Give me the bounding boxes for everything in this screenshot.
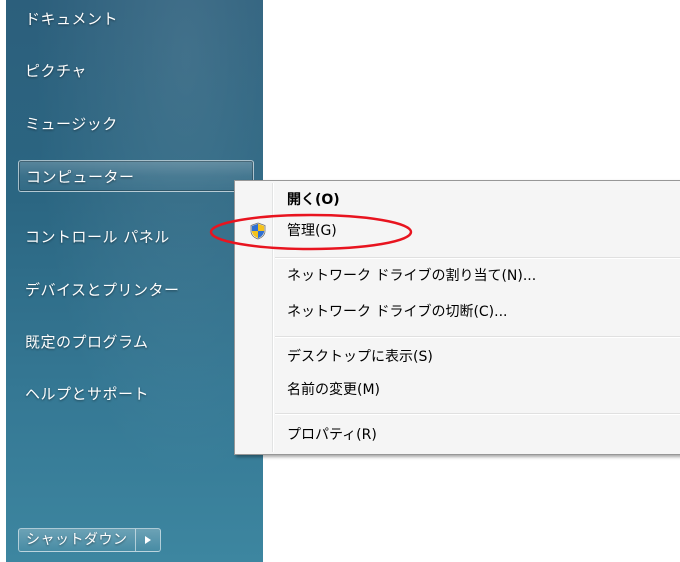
triangle-right-icon (144, 536, 151, 544)
menu-item-label: 名前の変更(M) (287, 382, 381, 398)
start-item-help-support[interactable]: ヘルプとサポート (18, 378, 254, 410)
menu-item-label: ネットワーク ドライブの割り当て(N)... (287, 268, 537, 284)
start-item-default-programs[interactable]: 既定のプログラム (18, 326, 254, 358)
start-item-music[interactable]: ミュージック (18, 108, 254, 140)
menu-item-show-on-desktop[interactable]: デスクトップに表示(S) (237, 344, 680, 370)
context-menu: 開く(O) 管理(G) ネットワーク ドライブの割り当て(N)... ネットワー… (234, 180, 680, 455)
shutdown-group: シャットダウン (18, 528, 161, 552)
menu-item-label: 開く(O) (287, 192, 340, 208)
start-menu-right-pane: ドキュメント ピクチャ ミュージック コンピューター コントロール パネル デバ… (6, 0, 263, 562)
uac-shield-icon (250, 222, 266, 240)
start-item-control-panel[interactable]: コントロール パネル (18, 221, 254, 253)
start-item-label: デバイスとプリンター (25, 281, 180, 299)
start-item-label: ミュージック (25, 115, 118, 133)
menu-item-map-network-drive[interactable]: ネットワーク ドライブの割り当て(N)... (237, 263, 680, 289)
start-item-computer[interactable]: コンピューター (18, 160, 254, 192)
shutdown-options-button[interactable] (135, 528, 161, 552)
start-item-documents[interactable]: ドキュメント (18, 3, 254, 35)
menu-item-label: デスクトップに表示(S) (287, 349, 433, 365)
menu-item-label: ネットワーク ドライブの切断(C)... (287, 304, 508, 320)
menu-separator (275, 336, 680, 338)
menu-item-disconnect-network-drive[interactable]: ネットワーク ドライブの切断(C)... (237, 299, 680, 325)
start-item-label: ピクチャ (25, 62, 87, 80)
start-item-label: コントロール パネル (25, 228, 170, 246)
menu-separator (275, 413, 680, 415)
menu-item-label: 管理(G) (287, 223, 337, 239)
shutdown-button[interactable]: シャットダウン (18, 528, 136, 552)
menu-item-rename[interactable]: 名前の変更(M) (237, 377, 680, 403)
menu-item-label: プロパティ(R) (287, 427, 377, 443)
start-item-label: ヘルプとサポート (25, 385, 150, 403)
start-item-label: 既定のプログラム (25, 333, 149, 351)
menu-item-manage[interactable]: 管理(G) (237, 218, 680, 244)
start-item-label: コンピューター (26, 168, 135, 186)
start-item-devices-printers[interactable]: デバイスとプリンター (18, 274, 254, 306)
start-item-pictures[interactable]: ピクチャ (18, 55, 254, 87)
menu-separator (275, 257, 680, 259)
screenshot-root: ドキュメント ピクチャ ミュージック コンピューター コントロール パネル デバ… (0, 0, 680, 562)
menu-item-properties[interactable]: プロパティ(R) (237, 422, 680, 448)
menu-item-open[interactable]: 開く(O) (237, 187, 680, 213)
start-item-label: ドキュメント (25, 10, 119, 28)
